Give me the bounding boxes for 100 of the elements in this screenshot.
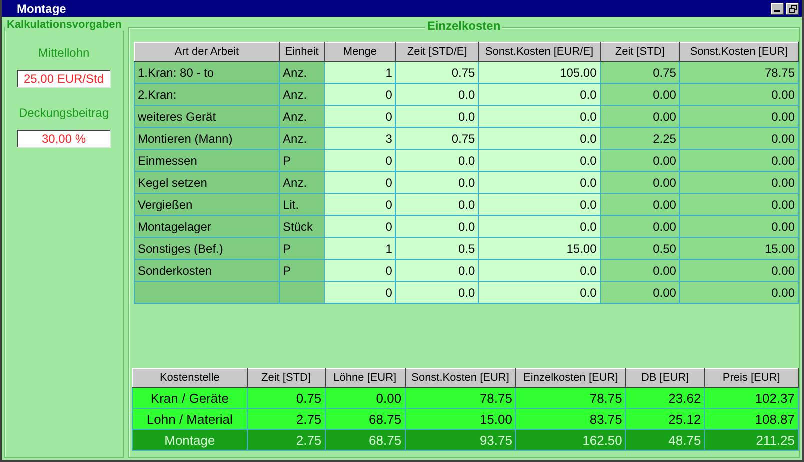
table-cell[interactable]: 0.00: [680, 128, 798, 150]
table-cell[interactable]: 0.0: [478, 128, 600, 150]
table-cell[interactable]: 0.0: [478, 150, 600, 172]
table-cell[interactable]: 0.0: [396, 106, 479, 128]
table-cell[interactable]: 0.0: [396, 194, 479, 216]
table-cell[interactable]: 0.0: [396, 216, 479, 238]
table-cell[interactable]: Vergießen: [134, 194, 280, 216]
table-cell[interactable]: P: [280, 260, 324, 282]
column-header[interactable]: Art der Arbeit: [134, 42, 280, 62]
table-cell[interactable]: 0.75: [396, 62, 479, 84]
table-cell[interactable]: 0: [324, 172, 396, 194]
table-cell: 2.75: [247, 430, 326, 450]
table-cell[interactable]: 0.00: [680, 282, 798, 304]
table-cell[interactable]: P: [280, 150, 324, 172]
table-cell[interactable]: 2.Kran:: [134, 84, 280, 106]
column-header[interactable]: Sonst.Kosten [EUR]: [680, 42, 798, 62]
column-header[interactable]: Zeit [STD]: [247, 368, 326, 388]
table-cell[interactable]: 0.00: [680, 172, 798, 194]
table-cell[interactable]: 0.00: [680, 150, 798, 172]
table-cell[interactable]: 0.00: [600, 282, 680, 304]
table-cell[interactable]: Anz.: [280, 172, 324, 194]
restore-button[interactable]: [786, 2, 799, 14]
table-cell[interactable]: 78.75: [680, 62, 798, 84]
table-cell[interactable]: 0.00: [600, 106, 680, 128]
table-cell[interactable]: 0.0: [396, 84, 479, 106]
table-cell[interactable]: 0.00: [680, 216, 798, 238]
table-cell[interactable]: 0.00: [680, 260, 798, 282]
table-cell[interactable]: 0.00: [680, 106, 798, 128]
table-cell[interactable]: Montagelager: [134, 216, 280, 238]
table-cell[interactable]: 0.00: [600, 216, 680, 238]
table-cell[interactable]: [134, 282, 280, 304]
table-cell[interactable]: 0.00: [600, 172, 680, 194]
table-cell[interactable]: 0.00: [600, 84, 680, 106]
column-header[interactable]: Zeit [STD/E]: [396, 42, 479, 62]
table-cell[interactable]: 0: [324, 106, 396, 128]
column-header[interactable]: DB [EUR]: [626, 368, 705, 388]
table-cell: 93.75: [405, 430, 516, 450]
column-header[interactable]: Preis [EUR]: [704, 368, 798, 388]
table-cell[interactable]: 15.00: [478, 238, 600, 260]
column-header[interactable]: Einheit: [280, 42, 324, 62]
column-header[interactable]: Sonst.Kosten [EUR/E]: [478, 42, 600, 62]
column-header[interactable]: Sonst.Kosten [EUR]: [405, 368, 516, 388]
table-cell[interactable]: 2.25: [600, 128, 680, 150]
table-cell[interactable]: 0.75: [600, 62, 680, 84]
table-cell[interactable]: 0.0: [478, 172, 600, 194]
table-cell[interactable]: 1: [324, 238, 396, 260]
table-cell[interactable]: 0.0: [478, 216, 600, 238]
column-header[interactable]: Kostenstelle: [132, 368, 248, 388]
table-cell[interactable]: [280, 282, 324, 304]
table-cell[interactable]: 0: [324, 282, 396, 304]
table-cell[interactable]: 0: [324, 84, 396, 106]
minimize-button[interactable]: [771, 2, 784, 14]
table-cell[interactable]: 0.00: [600, 260, 680, 282]
table-cell[interactable]: 0.0: [478, 260, 600, 282]
table-cell[interactable]: 0.0: [478, 194, 600, 216]
table-cell[interactable]: 0.75: [396, 128, 479, 150]
table-cell: 68.75: [325, 430, 406, 450]
table-cell[interactable]: 0.00: [680, 194, 798, 216]
table-cell[interactable]: 0.5: [396, 238, 479, 260]
table-cell[interactable]: 0.0: [396, 282, 479, 304]
input-field[interactable]: 25,00 EUR/Std: [17, 70, 111, 88]
table-cell[interactable]: 0.0: [396, 260, 479, 282]
column-header[interactable]: Einzelkosten [EUR]: [516, 368, 626, 388]
table-cell[interactable]: 0.0: [478, 106, 600, 128]
table-cell[interactable]: 0.0: [478, 282, 600, 304]
table-cell[interactable]: Lit.: [280, 194, 324, 216]
table-cell[interactable]: 0.00: [600, 194, 680, 216]
table-cell[interactable]: 0: [324, 216, 396, 238]
column-header[interactable]: Löhne [EUR]: [325, 368, 406, 388]
table-cell[interactable]: Einmessen: [134, 150, 280, 172]
table-cell[interactable]: weiteres Gerät: [134, 106, 280, 128]
table-cell[interactable]: 15.00: [680, 238, 798, 260]
input-field[interactable]: 30,00 %: [17, 130, 111, 148]
table-cell: 78.75: [405, 388, 516, 408]
table-cell[interactable]: 0.0: [396, 150, 479, 172]
table-cell[interactable]: 0: [324, 260, 396, 282]
table-cell[interactable]: 105.00: [478, 62, 600, 84]
table-cell[interactable]: P: [280, 238, 324, 260]
table-cell[interactable]: Anz.: [280, 128, 324, 150]
table-cell[interactable]: Anz.: [280, 84, 324, 106]
table-cell[interactable]: 1.Kran: 80 - to: [134, 62, 280, 84]
table-cell[interactable]: Sonderkosten: [134, 260, 280, 282]
column-header[interactable]: Zeit [STD]: [600, 42, 680, 62]
table-cell[interactable]: 0.00: [600, 150, 680, 172]
table-cell[interactable]: 0.0: [396, 172, 479, 194]
table-cell[interactable]: 0.50: [600, 238, 680, 260]
table-cell[interactable]: Anz.: [280, 62, 324, 84]
table-cell[interactable]: 3: [324, 128, 396, 150]
table-cell[interactable]: 0: [324, 194, 396, 216]
table-cell[interactable]: Sonstiges (Bef.): [134, 238, 280, 260]
table-cell[interactable]: Kegel setzen: [134, 172, 280, 194]
table-cell[interactable]: Montieren (Mann): [134, 128, 280, 150]
panel-title: Einzelkosten: [425, 19, 503, 33]
column-header[interactable]: Menge: [324, 42, 396, 62]
table-cell[interactable]: Stück: [280, 216, 324, 238]
table-cell[interactable]: 0.0: [478, 84, 600, 106]
table-cell[interactable]: 1: [324, 62, 396, 84]
table-cell[interactable]: 0.00: [680, 84, 798, 106]
table-cell[interactable]: 0: [324, 150, 396, 172]
table-cell[interactable]: Anz.: [280, 106, 324, 128]
